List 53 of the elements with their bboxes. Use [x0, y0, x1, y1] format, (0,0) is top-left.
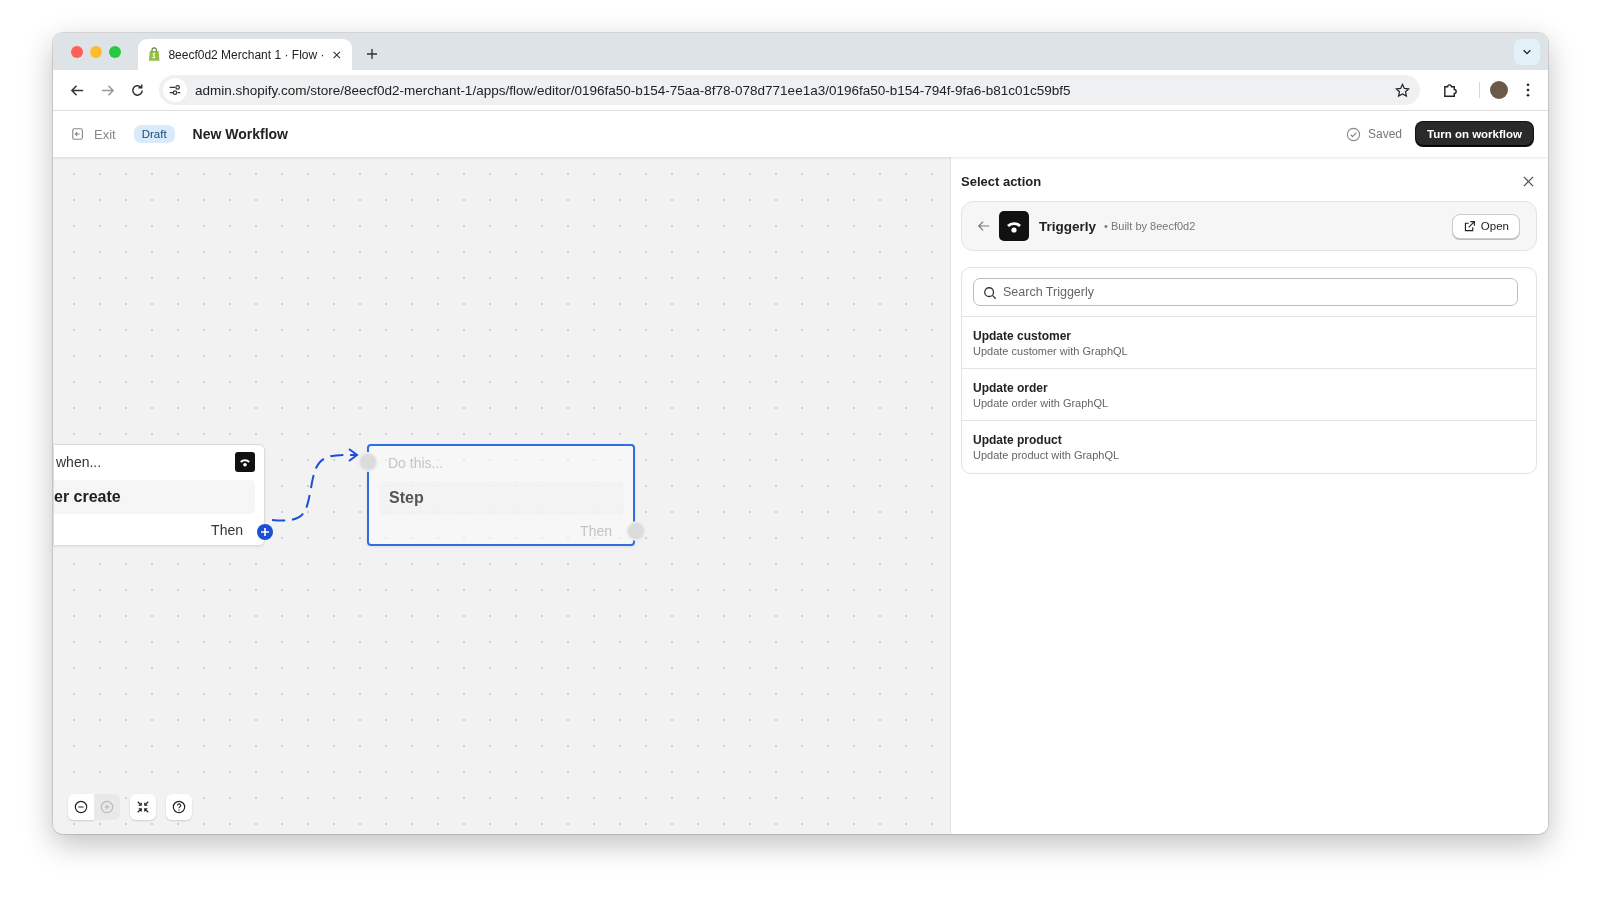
open-button[interactable]: Open	[1451, 213, 1520, 239]
action-description: Update product with GraphQL	[973, 449, 1121, 461]
zoom-out-icon	[74, 800, 88, 814]
new-tab-icon[interactable]	[366, 48, 378, 60]
action-title: Update customer	[973, 329, 1073, 343]
check-circle-icon	[1346, 126, 1361, 142]
action-description: Update order with GraphQL	[973, 397, 1110, 409]
search-field[interactable]: Search Triggerly	[973, 278, 1518, 306]
site-settings-icon[interactable]	[163, 78, 187, 102]
shopping-bag-icon	[148, 47, 161, 62]
zoom-in-icon	[100, 800, 114, 814]
url-text: admin.shopify.com/store/8eecf0d2-merchant-1/apps/flow/editor/0196fa50-b154-75aa-8f78-078d771ee1a3/0196fa50-b154-794f-9fa6-b81c01c59bf5	[195, 82, 1072, 98]
external-link-icon	[1462, 219, 1476, 233]
add-step-handle[interactable]	[257, 524, 273, 540]
action-description: Update customer with GraphQL	[973, 345, 1129, 357]
status-badge: Draft	[133, 125, 175, 143]
star-icon[interactable]	[1395, 82, 1410, 98]
zoom-out-button[interactable]	[68, 794, 94, 820]
action-list-item[interactable]: Update order Update order with GraphQL	[962, 369, 1536, 421]
close-icon[interactable]	[1523, 176, 1534, 187]
action-title: Update order	[973, 381, 1049, 395]
browser-tab[interactable]: 8eecf0d2 Merchant 1 · Flow ·	[138, 39, 352, 70]
app-name: Triggerly	[1039, 218, 1097, 234]
help-icon	[172, 800, 186, 814]
reload-icon[interactable]	[130, 82, 145, 98]
node-then-label: Then	[211, 522, 243, 538]
exit-icon	[71, 127, 85, 141]
action-title: Update product	[973, 433, 1063, 447]
action-list-item[interactable]: Update customer Update customer with GraphQL	[962, 317, 1536, 369]
close-icon[interactable]	[332, 49, 342, 60]
address-bar[interactable]: admin.shopify.com/store/8eecf0d2-merchant-1/apps/flow/editor/0196fa50-b154-75aa-8f78-078d771ee1a3/0196fa50-b154-794f-9fa6-b81c01c59bf5	[159, 75, 1420, 105]
node-title: er create	[54, 480, 255, 514]
puzzle-piece-icon[interactable]	[1442, 81, 1459, 99]
app-logo-icon	[235, 452, 255, 472]
saved-status: Saved	[1368, 127, 1402, 141]
arrows-inward-icon	[136, 800, 150, 814]
panel-title: Select action	[961, 174, 1042, 189]
node-title: Step	[379, 481, 624, 515]
app-byline: • Built by 8eecf0d2	[1104, 220, 1196, 232]
turn-on-workflow-button[interactable]: Turn on workflow	[1416, 122, 1533, 146]
trigger-node[interactable]: when... er create Then	[53, 444, 265, 546]
workflow-title: New Workflow	[192, 126, 288, 142]
fit-view-button[interactable]	[130, 794, 156, 820]
profile-avatar[interactable]	[1490, 81, 1508, 99]
search-icon	[983, 286, 997, 300]
exit-button[interactable]: Exit	[71, 126, 116, 142]
tab-title: 8eecf0d2 Merchant 1 · Flow ·	[168, 47, 325, 62]
input-port[interactable]	[358, 452, 378, 472]
help-button[interactable]	[166, 794, 192, 820]
action-list-item[interactable]: Update product Update product with GraphQL	[962, 421, 1536, 473]
node-heading: when...	[56, 454, 102, 470]
more-options-icon[interactable]	[1526, 83, 1530, 97]
app-logo-icon	[999, 211, 1029, 241]
